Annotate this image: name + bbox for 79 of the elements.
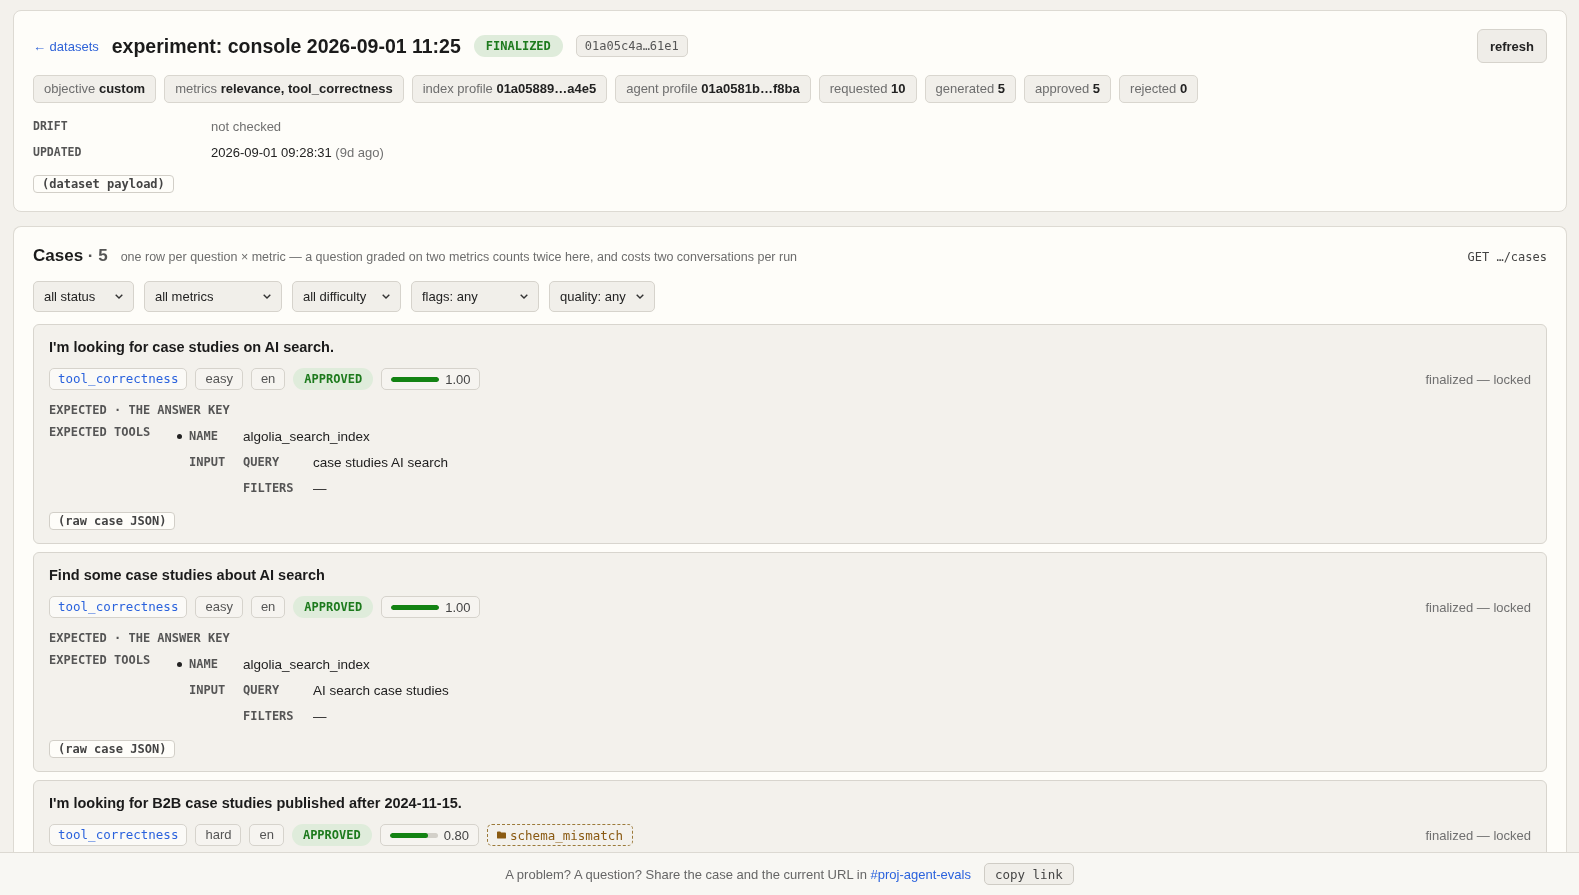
expected-heading: EXPECTED · THE ANSWER KEY xyxy=(49,402,231,419)
bullet-icon xyxy=(177,662,182,667)
case-question: Find some case studies about AI search xyxy=(49,566,326,585)
difficulty-tag: hard xyxy=(195,824,242,846)
metric-tag[interactable]: tool_correctness xyxy=(49,596,188,618)
flag-label: schema_mismatch xyxy=(510,827,623,843)
folder-icon xyxy=(497,831,507,839)
section-hint: one row per question × metric — a question graded on two metrics counts twice here, and costs two conversations per run xyxy=(120,250,798,264)
raw-json-toggle[interactable]: (raw case JSON) xyxy=(49,740,176,758)
lock-status: finalized — locked xyxy=(1425,827,1531,843)
stat-tag: objective custom xyxy=(33,75,157,103)
field-value: algolia_search_index xyxy=(243,656,371,672)
id-tag: 01a05c4a…61e1 xyxy=(575,35,688,57)
field-key: FILTERS xyxy=(243,481,313,495)
chevron-down-icon xyxy=(520,294,528,299)
stat-tag: metrics relevance, tool_correctness xyxy=(164,75,404,103)
field-key: QUERY xyxy=(243,683,313,697)
expected-heading: EXPECTED · THE ANSWER KEY xyxy=(49,630,231,647)
filter-dropdown[interactable]: all difficulty xyxy=(292,281,401,312)
endpoint-label: GET …/cases xyxy=(1467,250,1547,264)
field-value: case studies AI search xyxy=(313,454,449,470)
language-tag: en xyxy=(249,824,284,846)
language-tag: en xyxy=(250,368,286,390)
refresh-button[interactable]: refresh xyxy=(1476,29,1547,63)
field-key: FILTERS xyxy=(243,709,313,723)
lock-status: finalized — locked xyxy=(1425,599,1531,615)
field-key: NAME xyxy=(189,429,243,443)
payload-toggle[interactable]: (dataset payload) xyxy=(33,175,174,193)
chevron-down-icon xyxy=(382,294,390,299)
field-key: NAME xyxy=(189,657,243,671)
detail-label: UPDATED xyxy=(33,145,83,159)
filter-dropdown[interactable]: flags: any xyxy=(411,281,539,312)
stat-tag: generated 5 xyxy=(924,75,1016,103)
language-tag: en xyxy=(250,596,286,618)
stat-tag: approved 5 xyxy=(1024,75,1112,103)
chevron-down-icon xyxy=(636,294,644,299)
filter-dropdown[interactable]: all metrics xyxy=(144,281,282,312)
metric-tag[interactable]: tool_correctness xyxy=(49,824,188,846)
stat-tag: requested 10 xyxy=(818,75,917,103)
back-link[interactable]: ← datasets xyxy=(33,38,99,54)
field-value: algolia_search_index xyxy=(243,428,371,444)
score-value: 1.00 xyxy=(445,371,471,387)
tools-label: EXPECTED TOOLS xyxy=(49,424,152,441)
lock-status: finalized — locked xyxy=(1425,371,1531,387)
raw-json-toggle[interactable]: (raw case JSON) xyxy=(49,512,176,530)
status-badge: FINALIZED xyxy=(473,35,563,57)
detail-value: not checked xyxy=(211,118,283,134)
field-key: INPUT xyxy=(189,455,243,469)
status-badge: APPROVED xyxy=(293,596,374,618)
footer-message: A problem? A question? Share the case and the current URL in #proj-agent-evals xyxy=(505,866,971,882)
case-question: I'm looking for B2B case studies published after 2024-11-15. xyxy=(49,794,463,813)
field-value: — xyxy=(313,480,328,496)
difficulty-tag: easy xyxy=(195,596,243,618)
filter-dropdown[interactable]: quality: any xyxy=(549,281,655,312)
section-title: Cases · 5 xyxy=(33,246,108,266)
stat-tag: rejected 0 xyxy=(1119,75,1199,103)
page-title: experiment: console 2026-09-01 11:25 xyxy=(111,34,461,58)
case-question: I'm looking for case studies on AI search. xyxy=(49,338,335,357)
field-key: INPUT xyxy=(189,683,243,697)
score-value: 0.80 xyxy=(443,827,470,843)
filter-dropdown[interactable]: all status xyxy=(33,281,134,312)
status-badge: APPROVED xyxy=(291,824,372,846)
channel-link[interactable]: #proj-agent-evals xyxy=(870,866,971,882)
tools-label: EXPECTED TOOLS xyxy=(49,652,152,669)
score-value: 1.00 xyxy=(445,599,471,615)
stat-tag: agent profile 01a0581b…f8ba xyxy=(615,75,811,103)
bullet-icon xyxy=(177,434,182,439)
detail-value: 2026-09-01 09:28:31 (9d ago) xyxy=(211,144,384,160)
metric-tag[interactable]: tool_correctness xyxy=(49,368,188,390)
chevron-down-icon xyxy=(263,294,271,299)
chevron-down-icon xyxy=(115,294,123,299)
field-key: QUERY xyxy=(243,455,313,469)
status-badge: APPROVED xyxy=(293,368,374,390)
field-value: — xyxy=(313,708,328,724)
detail-label: DRIFT xyxy=(33,119,69,133)
field-value: AI search case studies xyxy=(313,682,449,698)
copy-link-button[interactable]: copy link xyxy=(983,863,1074,885)
difficulty-tag: easy xyxy=(195,368,243,390)
stat-tag: index profile 01a05889…a4e5 xyxy=(411,75,608,103)
